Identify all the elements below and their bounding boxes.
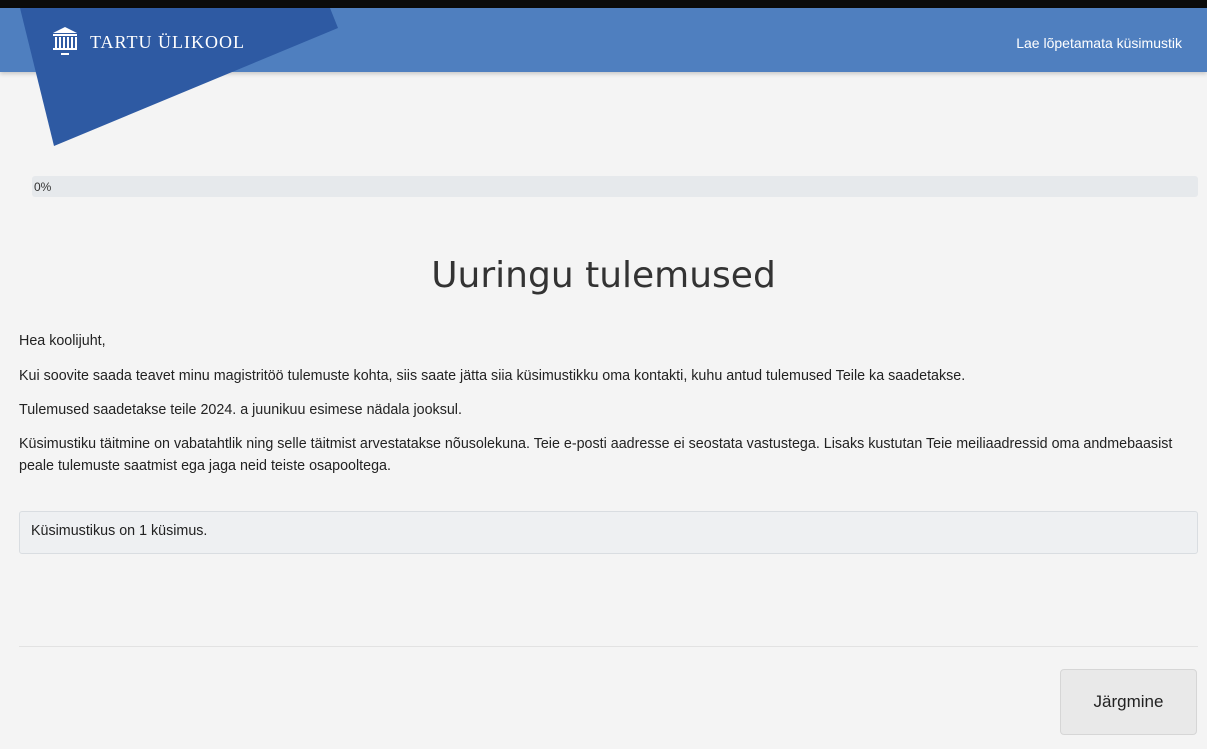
next-button[interactable]: Järgmine [1060, 669, 1197, 735]
delivery-date-text: Tulemused saadetakse teile 2024. a juuni… [19, 402, 462, 418]
question-count-box: Küsimustikus on 1 küsimus. [19, 511, 1198, 554]
progress-label: 0% [34, 180, 52, 194]
university-building-icon [53, 27, 77, 55]
intro-text: Kui soovite saada teavet minu magistritö… [19, 368, 966, 384]
progress-bar [32, 176, 1198, 197]
greeting-text: Hea koolijuht, [19, 333, 106, 349]
window-top-border [0, 0, 1207, 8]
privacy-text: Küsimustiku täitmine on vabatahtlik ning… [19, 436, 1173, 474]
divider [19, 646, 1198, 647]
page-title: Uuringu tulemused [431, 255, 776, 296]
brand-logo[interactable]: TARTU ÜLIKOOL [52, 26, 245, 58]
load-unfinished-survey-link[interactable]: Lae lõpetamata küsimustik [1016, 35, 1182, 51]
brand-name: TARTU ÜLIKOOL [90, 31, 245, 52]
